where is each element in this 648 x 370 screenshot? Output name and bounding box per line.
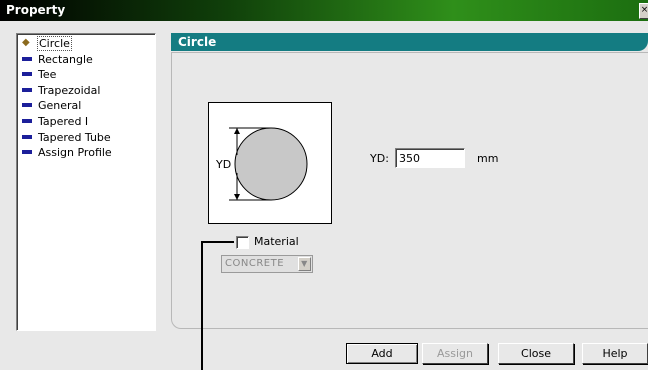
tree-item-tee[interactable]: Tee	[17, 67, 155, 83]
callout-line-vertical	[201, 241, 203, 370]
bar-icon	[22, 103, 32, 108]
tree-item-label: Assign Profile	[38, 146, 112, 160]
title-bar[interactable]: Property ×	[0, 0, 648, 21]
chevron-down-icon[interactable]: ▼	[298, 257, 311, 271]
tree-item-label: General	[38, 99, 82, 113]
tree-item-tapered-i[interactable]: Tapered I	[17, 114, 155, 130]
tree-item-label: Circle	[37, 36, 72, 51]
tree-item-trapezoidal[interactable]: Trapezoidal	[17, 83, 155, 99]
tree-item-rectangle[interactable]: Rectangle	[17, 52, 155, 68]
section-header: Circle	[171, 33, 648, 51]
profile-type-list: ◆ Circle Rectangle Tee Trapezoidal Gener…	[16, 33, 156, 331]
yd-input[interactable]	[395, 148, 465, 168]
material-select-value: CONCRETE	[225, 258, 285, 269]
close-window-button[interactable]: ×	[639, 3, 648, 19]
tree-item-label: Tee	[38, 68, 57, 82]
tree-item-label: Tapered I	[38, 114, 89, 128]
circle-diagram-graphic: YD	[215, 127, 308, 201]
tree-item-label: Tapered Tube	[38, 130, 111, 144]
dimension-arrow-top	[234, 128, 240, 134]
circle-shape	[234, 127, 308, 201]
tree-item-tapered-tube[interactable]: Tapered Tube	[17, 130, 155, 146]
dimension-label: YD	[215, 158, 231, 171]
callout-line-horizontal	[201, 241, 234, 243]
window-title: Property	[6, 3, 66, 17]
bar-icon	[22, 150, 32, 155]
bar-icon	[22, 134, 32, 139]
tree-item-label: Trapezoidal	[38, 83, 101, 97]
tree-item-label: Rectangle	[38, 52, 93, 66]
bar-icon	[22, 118, 32, 123]
bar-icon	[22, 72, 32, 77]
tree-item-circle[interactable]: ◆ Circle	[17, 36, 155, 52]
material-select[interactable]: CONCRETE ▼	[221, 255, 313, 273]
tree-item-general[interactable]: General	[17, 98, 155, 114]
unit-label: mm	[477, 152, 499, 165]
close-button[interactable]: Close	[498, 343, 574, 364]
diamond-icon: ◆	[22, 37, 30, 48]
property-dialog: Property × ◆ Circle Rectangle Tee Trapez…	[0, 0, 648, 370]
material-label: Material	[254, 235, 299, 248]
dimension-arrow-bottom	[234, 194, 240, 200]
circle-section-diagram: YD	[208, 102, 332, 224]
add-button[interactable]: Add	[346, 343, 418, 364]
bar-icon	[22, 56, 32, 61]
tree-item-assign-profile[interactable]: Assign Profile	[17, 145, 155, 161]
bar-icon	[22, 87, 32, 92]
help-button[interactable]: Help	[582, 343, 648, 364]
assign-button[interactable]: Assign	[422, 343, 488, 364]
material-checkbox[interactable]	[236, 236, 249, 249]
yd-label: YD:	[370, 152, 389, 165]
